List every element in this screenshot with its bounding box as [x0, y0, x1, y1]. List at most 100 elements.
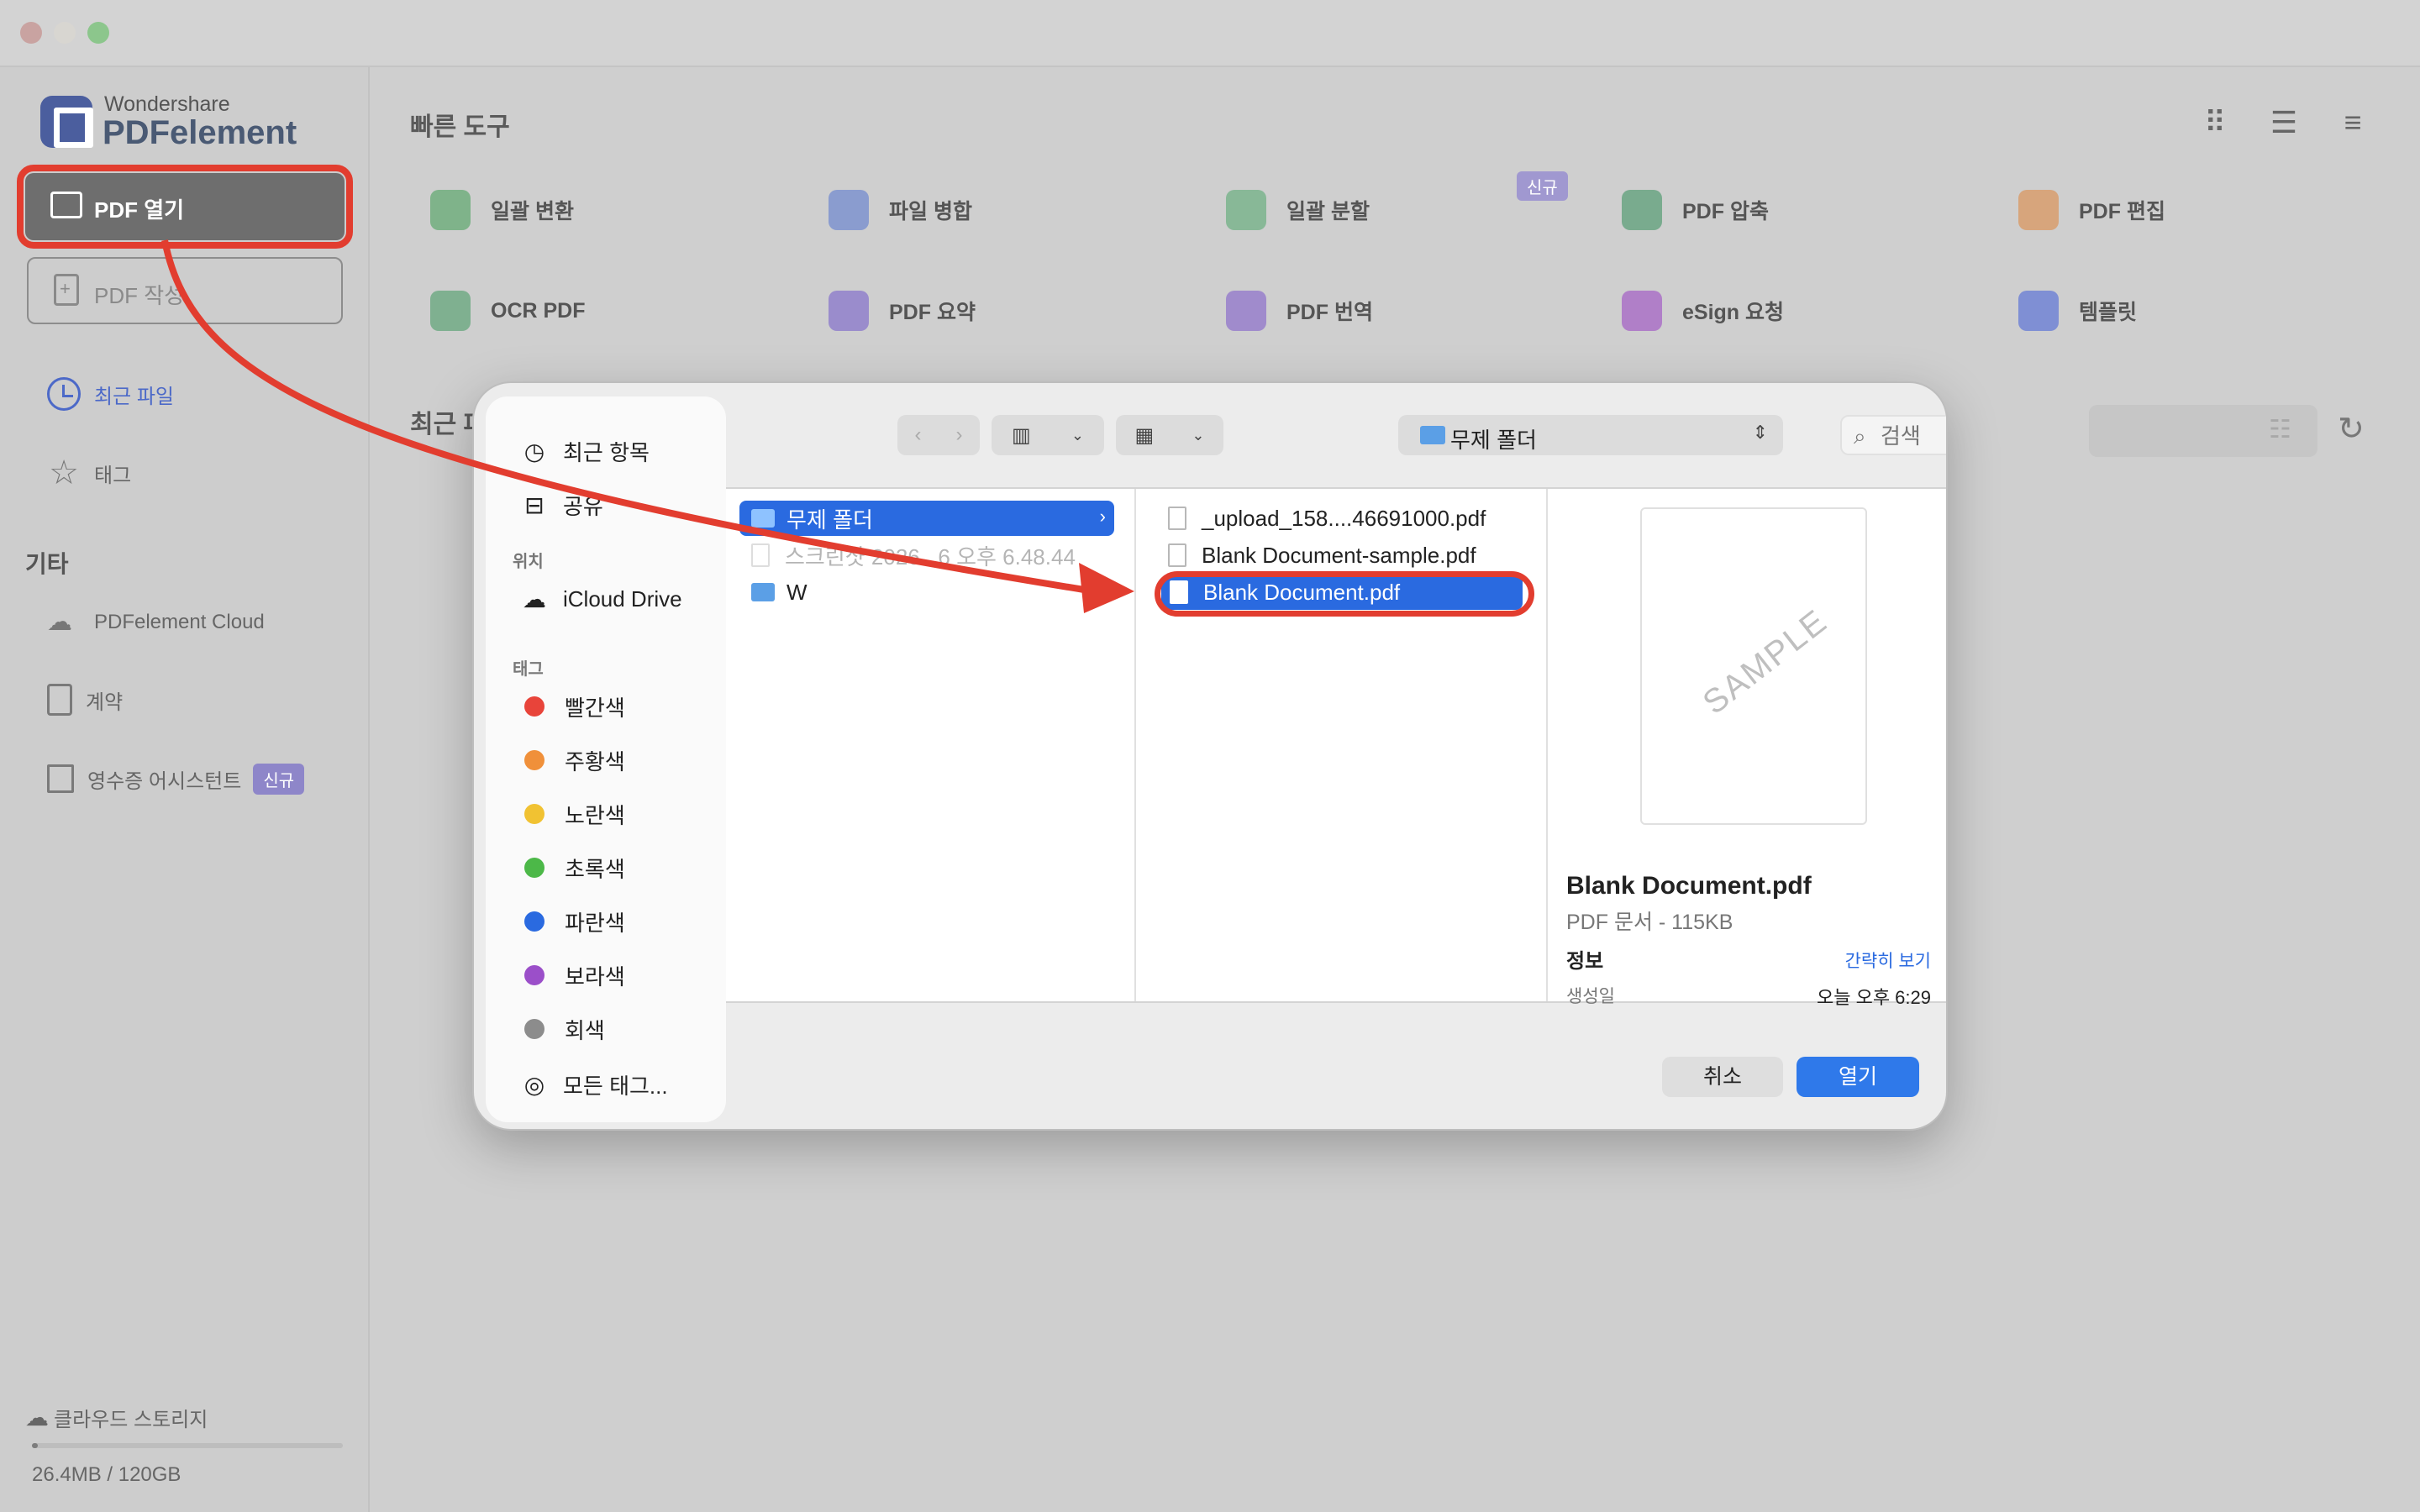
chevron-down-icon: ⌄: [1192, 426, 1205, 444]
tag-item[interactable]: 보라색: [519, 956, 625, 995]
tag-item[interactable]: 초록색: [519, 848, 625, 887]
split-icon: [1226, 190, 1266, 230]
cancel-button[interactable]: 취소: [1662, 1057, 1783, 1097]
tool-label: PDF 번역: [1286, 301, 1373, 324]
create-pdf-button[interactable]: PDF 작성: [27, 257, 343, 324]
tool-ocr[interactable]: OCR PDF: [430, 286, 586, 336]
file-row[interactable]: _upload_158....46691000.pdf: [1168, 501, 1529, 536]
back-icon[interactable]: ‹: [915, 423, 922, 447]
tool-batch-convert[interactable]: 일괄 변환: [430, 185, 574, 235]
summary-icon: [829, 291, 869, 331]
create-pdf-label: PDF 작성: [94, 283, 185, 308]
folder-row-selected[interactable]: 무제 폴더 ›: [739, 501, 1114, 536]
tool-merge[interactable]: 파일 병합: [829, 185, 972, 235]
tag-color-dot: [524, 858, 544, 878]
sort-icon[interactable]: ≡: [2336, 106, 2370, 139]
app-logo: Wondershare PDFelement: [40, 92, 393, 160]
search-field[interactable]: ⌕: [1840, 415, 1946, 455]
back-forward-group: ‹ ›: [897, 415, 980, 455]
translate-icon: [1226, 291, 1266, 331]
tool-template[interactable]: 템플릿: [2018, 286, 2137, 336]
tag-color-dot: [524, 750, 544, 770]
minimize-window-button[interactable]: [54, 22, 76, 44]
open-button[interactable]: 열기: [1797, 1057, 1919, 1097]
folder-row[interactable]: W: [751, 575, 1121, 610]
column-parent: 무제 폴더 › 스크린샷 2026...6 오후 6.48.44 W: [726, 489, 1136, 1001]
show-less-link[interactable]: 간략히 보기: [1845, 948, 1931, 973]
path-popup[interactable]: 무제 폴더 ⇕: [1398, 415, 1783, 455]
tag-item[interactable]: 회색: [519, 1010, 605, 1048]
folder-name: W: [786, 579, 808, 605]
tag-color-dot: [524, 1019, 544, 1039]
close-window-button[interactable]: [20, 22, 42, 44]
dialog-sidebar-all-tags[interactable]: ◎ 모든 태그...: [519, 1065, 668, 1104]
sidebar-item-receipt-assistant[interactable]: 영수증 어시스턴트 신규: [47, 758, 305, 800]
folder-icon: [1420, 426, 1445, 444]
tag-color-dot: [524, 696, 544, 717]
locations-header: 위치: [513, 553, 544, 571]
tag-label: 초록색: [565, 856, 625, 882]
file-name: Blank Document-sample.pdf: [1202, 542, 1476, 568]
refresh-icon[interactable]: ↻: [2338, 410, 2365, 448]
view-mode-dropdown[interactable]: ▥ ⌄: [992, 415, 1104, 455]
title-bar: [0, 0, 2420, 67]
dialog-sidebar-label: 모든 태그...: [563, 1073, 668, 1099]
tags-header: 태그: [513, 660, 544, 679]
tag-item[interactable]: 주황색: [519, 741, 625, 780]
star-icon: ☆: [49, 454, 79, 491]
contract-icon: [47, 684, 72, 716]
created-value: 오늘 오후 6:29: [1816, 987, 1931, 1008]
tool-label: 파일 병합: [889, 200, 972, 223]
settings-sliders-icon[interactable]: ☰: [2267, 106, 2301, 139]
add-document-icon: [54, 274, 79, 306]
tag-label: 주황색: [565, 748, 625, 774]
tool-split[interactable]: 일괄 분할: [1226, 185, 1370, 235]
tag-item[interactable]: 파란색: [519, 902, 625, 941]
sidebar-item-cloud[interactable]: ☁ PDFelement Cloud: [47, 601, 265, 643]
tag-item[interactable]: 노란색: [519, 795, 625, 833]
ocr-icon: [430, 291, 471, 331]
brand-small: Wondershare: [104, 92, 230, 116]
filter-icon[interactable]: ☷: [2269, 415, 2291, 444]
pdfelement-logo-icon: [40, 96, 93, 148]
tool-compress[interactable]: PDF 압축: [1622, 185, 1769, 235]
file-name: _upload_158....46691000.pdf: [1202, 505, 1486, 531]
dialog-toolbar: ‹ › ▥ ⌄ ▦ ⌄ 무제 폴더 ⇕ ⌕: [726, 383, 1946, 487]
document-thumbnail: SAMPLE: [1640, 507, 1867, 825]
group-dropdown[interactable]: ▦ ⌄: [1116, 415, 1223, 455]
grid-apps-icon[interactable]: ⠿: [2198, 106, 2232, 139]
sidebar-item-label: 영수증 어시스턴트: [87, 769, 242, 793]
forward-icon[interactable]: ›: [956, 423, 963, 447]
tool-translate[interactable]: PDF 번역: [1226, 286, 1373, 336]
edit-icon: [2018, 190, 2059, 230]
dialog-sidebar-shared[interactable]: ⊟ 공유: [519, 486, 603, 524]
column-files: _upload_158....46691000.pdf Blank Documen…: [1136, 489, 1548, 1001]
open-pdf-button[interactable]: PDF 열기: [17, 165, 353, 249]
tag-color-dot: [524, 965, 544, 985]
cloud-outline-icon: ☁: [25, 1404, 49, 1431]
sidebar-item-contract[interactable]: 계약: [47, 679, 123, 721]
tag-label: 노란색: [565, 802, 625, 828]
tool-edit[interactable]: PDF 편집: [2018, 185, 2165, 235]
path-popup-label: 무제 폴더: [1450, 428, 1537, 453]
tag-color-dot: [524, 911, 544, 932]
tag-color-dot: [524, 804, 544, 824]
created-label: 생성일: [1566, 987, 1615, 1006]
folder-icon: [751, 509, 775, 528]
search-input[interactable]: [1881, 422, 1946, 450]
clock-icon: ◷: [523, 438, 545, 465]
dialog-sidebar: ◷ 최근 항목 ⊟ 공유 위치 ☁ iCloud Drive 태그 빨간색주황색…: [486, 396, 726, 1122]
dialog-sidebar-icloud[interactable]: ☁ iCloud Drive: [519, 580, 682, 618]
tool-summary[interactable]: PDF 요약: [829, 286, 976, 336]
sidebar-item-label: 최근 파일: [94, 385, 174, 408]
zoom-window-button[interactable]: [87, 22, 109, 44]
sidebar-item-tags[interactable]: ☆ 태그: [47, 452, 131, 494]
tag-label: 파란색: [565, 910, 625, 936]
tool-esign[interactable]: eSign 요청: [1622, 286, 1784, 336]
tool-label: 일괄 분할: [1286, 200, 1370, 223]
file-row[interactable]: Blank Document-sample.pdf: [1168, 538, 1529, 573]
sidebar-item-recent-files[interactable]: 최근 파일: [47, 373, 174, 415]
dialog-sidebar-recents[interactable]: ◷ 최근 항목: [519, 432, 650, 470]
dialog-sidebar-label: iCloud Drive: [563, 585, 682, 612]
tag-item[interactable]: 빨간색: [519, 687, 625, 726]
